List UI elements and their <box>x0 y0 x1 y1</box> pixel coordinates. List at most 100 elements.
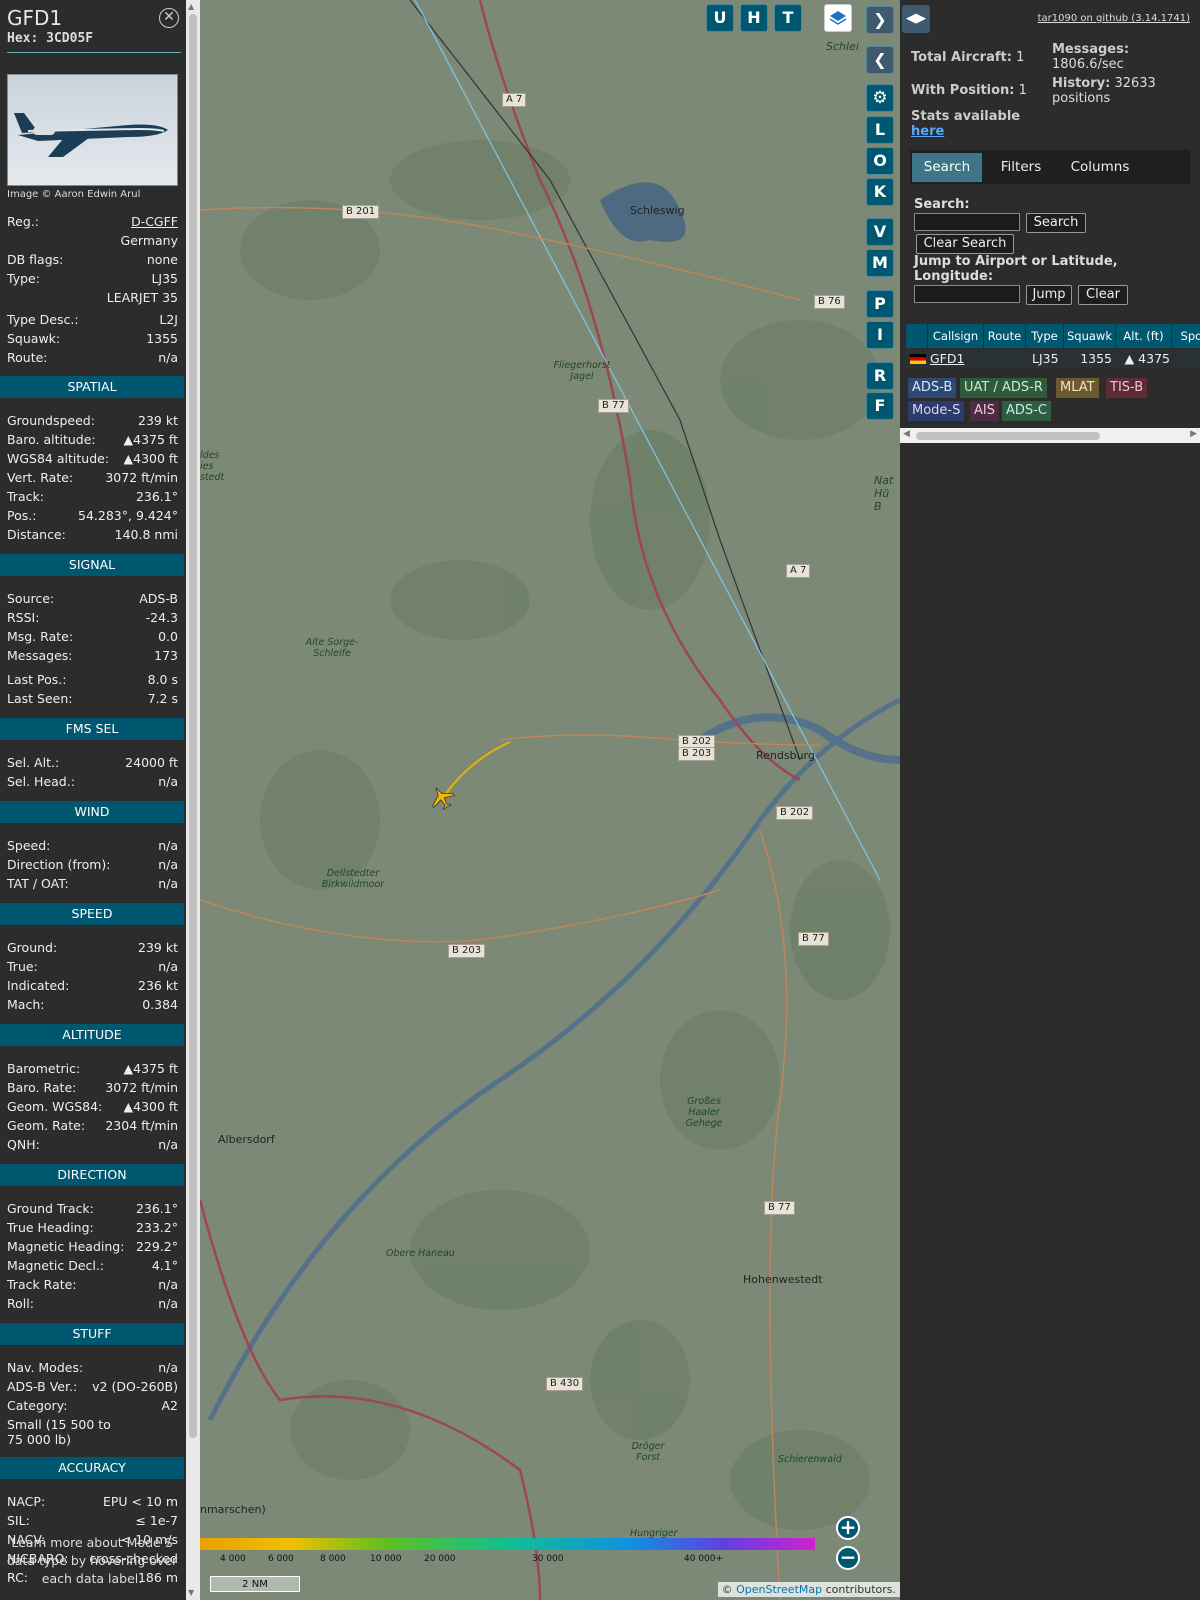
row-label[interactable]: Ground: <box>7 940 57 955</box>
info-row: Baro. altitude: ▲4375 ft <box>7 432 178 450</box>
row-label[interactable]: Last Seen: <box>7 691 72 706</box>
row-label[interactable]: Messages: <box>7 648 73 663</box>
row-label[interactable]: Type: <box>7 271 40 286</box>
github-link[interactable]: tar1090 on github (3.14.1741) <box>1038 13 1190 24</box>
row-label[interactable]: Sel. Alt.: <box>7 755 59 770</box>
row-callsign[interactable]: GFD1 <box>930 350 964 368</box>
row-label[interactable]: Roll: <box>7 1296 34 1311</box>
jump-input[interactable] <box>914 285 1020 303</box>
row-label[interactable]: Type Desc.: <box>7 312 79 327</box>
row-label[interactable]: Squawk: <box>7 331 60 346</box>
row-label[interactable]: Baro. Rate: <box>7 1080 76 1095</box>
map-button-h[interactable]: H <box>740 4 768 32</box>
row-label[interactable]: Track Rate: <box>7 1277 77 1292</box>
map-button-m[interactable]: M <box>866 249 894 277</box>
tab-columns[interactable]: Columns <box>1060 153 1140 182</box>
map-button-v[interactable]: V <box>866 218 894 246</box>
row-label[interactable]: Pos.: <box>7 508 36 523</box>
row-label[interactable]: QNH: <box>7 1137 40 1152</box>
row-label[interactable]: Track: <box>7 489 44 504</box>
map-button-u[interactable]: U <box>706 4 734 32</box>
row-label[interactable]: Indicated: <box>7 978 69 993</box>
row-label[interactable]: Magnetic Decl.: <box>7 1258 104 1273</box>
aircraft-photo[interactable] <box>7 74 178 186</box>
row-label[interactable]: Direction (from): <box>7 857 111 872</box>
row-value[interactable]: D-CGFF <box>131 214 178 229</box>
map-button-o[interactable]: O <box>866 147 894 175</box>
col-route[interactable]: Route <box>984 324 1026 348</box>
row-label[interactable]: Geom. Rate: <box>7 1118 85 1133</box>
chevron-right-icon[interactable]: ❯ <box>866 6 894 34</box>
row-label[interactable]: Speed: <box>7 838 50 853</box>
info-row: Reg.: D-CGFF <box>7 214 178 232</box>
row-label[interactable]: True Heading: <box>7 1220 94 1235</box>
road-label: B 203 <box>448 944 486 958</box>
osm-link[interactable]: OpenStreetMap <box>736 1583 822 1596</box>
row-label[interactable]: Category: <box>7 1398 67 1413</box>
col-callsign[interactable]: Callsign <box>928 324 984 348</box>
row-label[interactable]: TAT / OAT: <box>7 876 69 891</box>
row-label[interactable]: Ground Track: <box>7 1201 94 1216</box>
layers-icon[interactable] <box>824 4 852 32</box>
map-background <box>200 0 900 1600</box>
map-button-i[interactable]: I <box>866 321 894 349</box>
row-label[interactable]: Geom. WGS84: <box>7 1099 102 1114</box>
source-uat: UAT / ADS-R <box>960 378 1047 398</box>
toggle-sidebar-icon[interactable]: ◀▶ <box>902 5 930 33</box>
row-label[interactable]: WGS84 altitude: <box>7 451 109 466</box>
row-label[interactable]: Magnetic Heading: <box>7 1239 124 1254</box>
col-squawk[interactable]: Squawk <box>1064 324 1116 348</box>
jump-button[interactable]: Jump <box>1026 285 1072 305</box>
map-button-l[interactable]: L <box>866 116 894 144</box>
row-label[interactable]: Barometric: <box>7 1061 80 1076</box>
row-label[interactable]: Mach: <box>7 997 44 1012</box>
map-button-p[interactable]: P <box>866 290 894 318</box>
tab-filters[interactable]: Filters <box>986 153 1056 182</box>
left-panel-scrollbar[interactable]: ▲ ▼ <box>186 0 200 1600</box>
map-button-k[interactable]: K <box>866 178 894 206</box>
aircraft-callsign: GFD1 <box>7 6 63 30</box>
row-label[interactable]: Vert. Rate: <box>7 470 73 485</box>
row-label[interactable]: DB flags: <box>7 252 63 267</box>
col-alt[interactable]: Alt. (ft) <box>1116 324 1172 348</box>
row-label[interactable]: Msg. Rate: <box>7 629 73 644</box>
row-label[interactable]: Baro. altitude: <box>7 432 96 447</box>
scrollbar-thumb[interactable] <box>189 14 197 1438</box>
clear-search-button[interactable]: Clear Search <box>916 234 1014 254</box>
table-horizontal-scrollbar[interactable]: ◀ ▶ <box>900 428 1200 443</box>
scrollbar-thumb[interactable] <box>916 432 1100 440</box>
chevron-left-icon[interactable]: ❮ <box>866 46 894 74</box>
info-row: Sel. Head.: n/a <box>7 774 178 792</box>
search-button[interactable]: Search <box>1026 213 1086 233</box>
row-label[interactable]: Last Pos.: <box>7 672 66 687</box>
row-label[interactable]: ADS-B Ver.: <box>7 1379 77 1394</box>
row-value: 54.283°, 9.424° <box>78 508 178 523</box>
row-label[interactable]: Distance: <box>7 527 66 542</box>
gear-icon[interactable]: ⚙ <box>866 84 894 112</box>
map-button-r[interactable]: R <box>866 362 894 390</box>
row-label[interactable]: Reg.: <box>7 214 39 229</box>
close-icon[interactable]: ✕ <box>159 8 179 28</box>
row-label[interactable]: Sel. Head.: <box>7 774 75 789</box>
info-row: Geom. Rate: 2304 ft/min <box>7 1118 178 1136</box>
tab-search[interactable]: Search <box>912 153 982 182</box>
zoom-out-button[interactable]: − <box>836 1546 860 1570</box>
row-label[interactable]: Route: <box>7 350 48 365</box>
map-button-f[interactable]: F <box>866 392 894 420</box>
row-label[interactable]: NACP: <box>7 1494 45 1509</box>
row-label[interactable]: Small (15 500 to 75 000 lb) <box>7 1417 127 1447</box>
stats-link[interactable]: here <box>911 124 944 139</box>
col-spd[interactable]: Spd <box>1172 324 1200 348</box>
row-label[interactable]: SIL: <box>7 1513 30 1528</box>
row-label[interactable]: Groundspeed: <box>7 413 95 428</box>
map-button-t[interactable]: T <box>774 4 802 32</box>
search-input[interactable] <box>914 213 1020 231</box>
row-label[interactable]: RSSI: <box>7 610 39 625</box>
zoom-in-button[interactable]: + <box>836 1516 860 1540</box>
col-type[interactable]: Type <box>1026 324 1064 348</box>
map-view[interactable]: U H T ❯ ❮ ⚙ LOKVMPIRF A 7 B 201 B 76 B 7… <box>200 0 900 1600</box>
row-label[interactable]: Source: <box>7 591 54 606</box>
clear-button[interactable]: Clear <box>1078 285 1128 305</box>
row-label[interactable]: True: <box>7 959 38 974</box>
row-label[interactable]: Nav. Modes: <box>7 1360 83 1375</box>
